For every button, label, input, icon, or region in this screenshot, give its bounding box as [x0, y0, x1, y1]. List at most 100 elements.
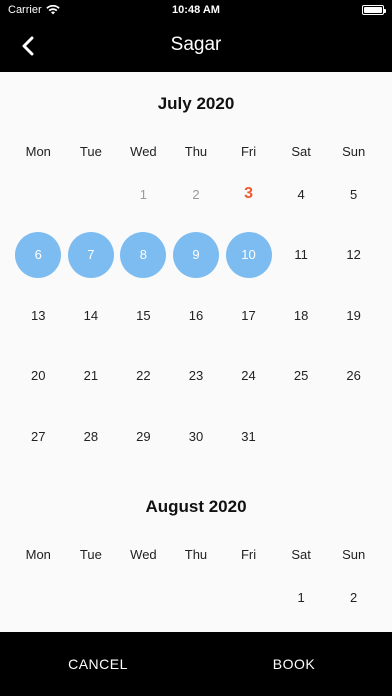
- book-button[interactable]: BOOK: [196, 632, 392, 696]
- cancel-button[interactable]: CANCEL: [0, 632, 196, 696]
- day-cell[interactable]: 16: [170, 285, 223, 346]
- day-number: 23: [188, 368, 204, 384]
- day-number: 1: [139, 186, 148, 202]
- weekday-label: Fri: [240, 547, 257, 562]
- day-cell[interactable]: 4: [275, 164, 328, 225]
- day-cell[interactable]: 10: [222, 225, 275, 286]
- day-cell[interactable]: 29: [117, 406, 170, 467]
- day-number: 30: [188, 428, 204, 444]
- day-number: 6: [15, 231, 62, 278]
- weekday-label: Mon: [25, 144, 51, 159]
- day-number: 31: [241, 428, 256, 444]
- empty-cell: [65, 567, 118, 628]
- weekday-label: Sun: [342, 144, 366, 159]
- weekday-label: Tue: [79, 144, 102, 159]
- day-cell[interactable]: 9: [170, 225, 223, 286]
- day-number: 26: [346, 368, 361, 384]
- battery-icon: [362, 5, 386, 15]
- day-number: 22: [136, 368, 151, 384]
- action-bar: CANCEL BOOK: [0, 632, 392, 696]
- empty-cell: [65, 164, 118, 225]
- day-cell[interactable]: 13: [12, 285, 65, 346]
- day-number: 5: [350, 186, 358, 202]
- weekday-label: Thu: [184, 547, 208, 562]
- day-number: 12: [346, 247, 361, 263]
- day-cell[interactable]: 19: [327, 285, 380, 346]
- day-cell[interactable]: 12: [327, 225, 380, 286]
- day-cell[interactable]: 8: [117, 225, 170, 286]
- day-cell[interactable]: 22: [117, 346, 170, 407]
- day-cell[interactable]: 24: [222, 346, 275, 407]
- day-cell[interactable]: 11: [275, 225, 328, 286]
- month-title: August 2020: [145, 497, 247, 516]
- day-cell[interactable]: 30: [170, 406, 223, 467]
- empty-cell: [222, 567, 275, 628]
- day-number: 8: [120, 231, 167, 278]
- day-cell[interactable]: 26: [327, 346, 380, 407]
- day-cell[interactable]: 25: [275, 346, 328, 407]
- day-number: 9: [172, 231, 219, 278]
- weekday-label: Sat: [291, 547, 311, 562]
- day-cell[interactable]: 3: [222, 164, 275, 225]
- day-number: 15: [136, 307, 151, 323]
- empty-cell: [170, 567, 223, 628]
- page-title: Sagar: [170, 34, 222, 55]
- day-cell[interactable]: 31: [222, 406, 275, 467]
- day-number: 24: [241, 368, 256, 384]
- weekday-label: Mon: [25, 547, 51, 562]
- day-number: 7: [67, 231, 114, 278]
- day-number: 20: [31, 368, 46, 384]
- day-cell[interactable]: 20: [12, 346, 65, 407]
- day-number: 13: [31, 307, 46, 323]
- day-number: 2: [192, 186, 200, 202]
- day-number: 16: [188, 307, 204, 323]
- day-cell[interactable]: 2: [327, 567, 380, 628]
- day-number: 21: [83, 368, 99, 384]
- day-cell[interactable]: 15: [117, 285, 170, 346]
- weekday-label: Wed: [130, 144, 157, 159]
- day-cell[interactable]: 21: [65, 346, 118, 407]
- day-number: 25: [293, 368, 309, 384]
- day-number: 19: [346, 307, 361, 323]
- day-cell[interactable]: 1: [117, 164, 170, 225]
- weekday-header: Mon Tue Wed Thu Fri Sat Sun: [12, 547, 380, 562]
- empty-cell: [117, 567, 170, 628]
- weekday-label: Wed: [130, 547, 157, 562]
- day-cell[interactable]: 17: [222, 285, 275, 346]
- day-grid: 12: [12, 567, 380, 628]
- day-number: 29: [136, 428, 151, 444]
- day-number: 10: [225, 231, 272, 278]
- day-cell[interactable]: 7: [65, 225, 118, 286]
- day-number: 18: [293, 307, 309, 323]
- weekday-label: Thu: [184, 144, 208, 159]
- day-grid: 1 2 3 4 5 6 7 8 9 10 11 12 13 14 15 16 17 18 19 20 21 22 23 24 2…: [12, 164, 380, 467]
- day-cell[interactable]: 28: [65, 406, 118, 467]
- calendar-list[interactable]: July 2020 Mon Tue Wed Thu Fri Sat Sun 1 2 3 4 5 6 7 8 9 1…: [0, 72, 392, 632]
- day-number: 17: [241, 307, 256, 323]
- day-number: 3: [244, 185, 253, 203]
- day-cell[interactable]: 23: [170, 346, 223, 407]
- weekday-label: Sat: [291, 144, 311, 159]
- empty-cell: [12, 567, 65, 628]
- weekday-label: Sun: [342, 547, 366, 562]
- empty-cell: [12, 164, 65, 225]
- nav-bar: Sagar: [0, 20, 392, 72]
- day-cell[interactable]: 6: [12, 225, 65, 286]
- day-cell[interactable]: 5: [327, 164, 380, 225]
- status-time: 10:48 AM: [172, 4, 220, 16]
- day-number: 27: [31, 428, 46, 444]
- day-number: 14: [83, 307, 99, 323]
- day-number: 28: [83, 428, 99, 444]
- day-cell[interactable]: 14: [65, 285, 118, 346]
- day-number: 11: [294, 247, 308, 263]
- day-number: 2: [350, 589, 358, 605]
- weekday-header: Mon Tue Wed Thu Fri Sat Sun: [12, 144, 380, 159]
- status-bar: Carrier 10:48 AM: [0, 0, 392, 20]
- weekday-label: Fri: [240, 144, 257, 159]
- day-cell[interactable]: 18: [275, 285, 328, 346]
- day-cell[interactable]: 1: [275, 567, 328, 628]
- day-cell[interactable]: 27: [12, 406, 65, 467]
- weekday-label: Tue: [79, 547, 102, 562]
- day-number: 4: [297, 186, 305, 202]
- day-cell[interactable]: 2: [170, 164, 223, 225]
